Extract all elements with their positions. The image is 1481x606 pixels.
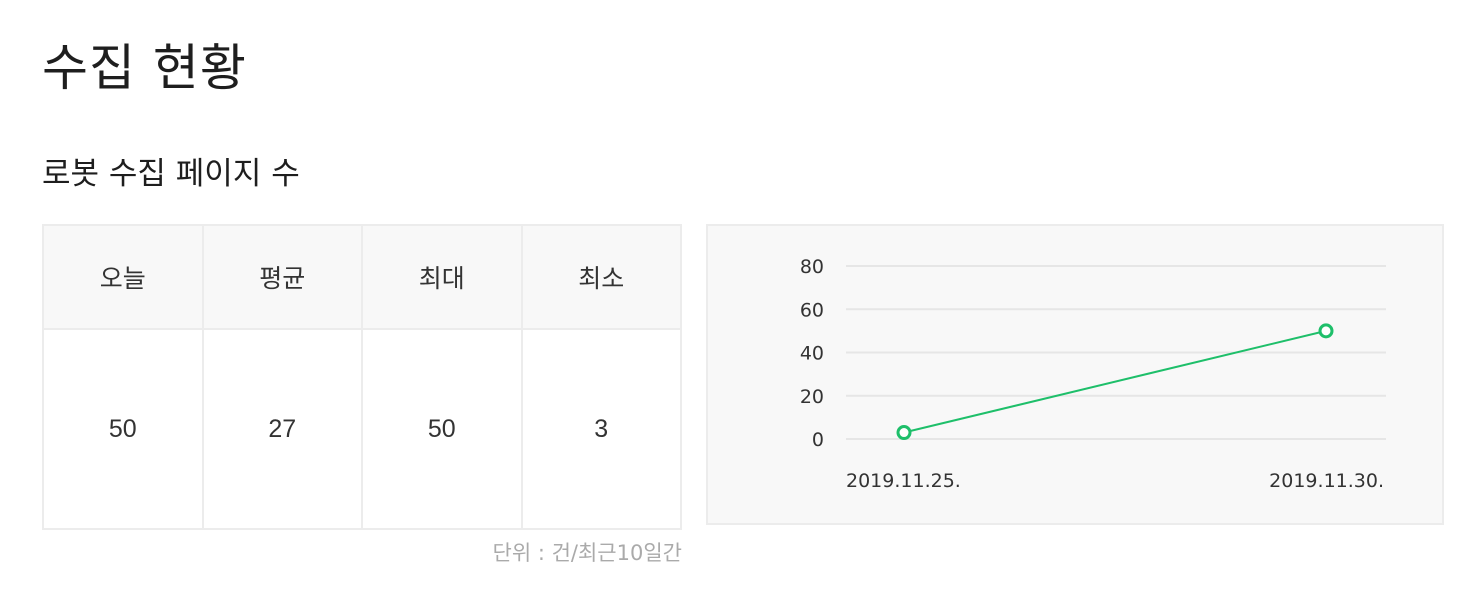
unit-note: 단위 : 건/최근10일간 — [492, 541, 682, 565]
stat-value-min: 3 — [520, 328, 682, 530]
series-line — [903, 329, 1327, 434]
stat-value-max: 50 — [361, 328, 523, 530]
data-point — [896, 425, 912, 441]
line-chart-panel: 0 20 40 60 80 2019.11.25. 2019.11.30. — [706, 224, 1444, 525]
page-title: 수집 현황 — [42, 39, 247, 97]
y-tick-label: 80 — [800, 256, 824, 278]
y-tick-label: 0 — [812, 429, 824, 451]
stats-table: 오늘 평균 최대 최소 50 27 50 3 — [42, 224, 682, 530]
line-chart: 0 20 40 60 80 2019.11.25. 2019.11.30. — [800, 256, 1386, 492]
y-tick-label: 40 — [800, 343, 824, 365]
stat-header-min: 최소 — [520, 224, 682, 330]
y-tick-label: 60 — [800, 299, 824, 321]
stats-value-row: 50 27 50 3 — [42, 328, 682, 530]
x-tick-label: 2019.11.25. — [846, 470, 961, 492]
y-tick-label: 20 — [800, 386, 824, 408]
stat-value-average: 27 — [201, 328, 363, 530]
x-tick-label: 2019.11.30. — [1269, 470, 1384, 492]
stat-value-today: 50 — [42, 328, 204, 530]
stat-header-today: 오늘 — [42, 224, 204, 330]
stat-header-max: 최대 — [361, 224, 523, 330]
stat-header-average: 평균 — [201, 224, 363, 330]
section-title: 로봇 수집 페이지 수 — [42, 156, 300, 192]
data-point — [1318, 323, 1334, 339]
stats-header-row: 오늘 평균 최대 최소 — [42, 224, 682, 330]
